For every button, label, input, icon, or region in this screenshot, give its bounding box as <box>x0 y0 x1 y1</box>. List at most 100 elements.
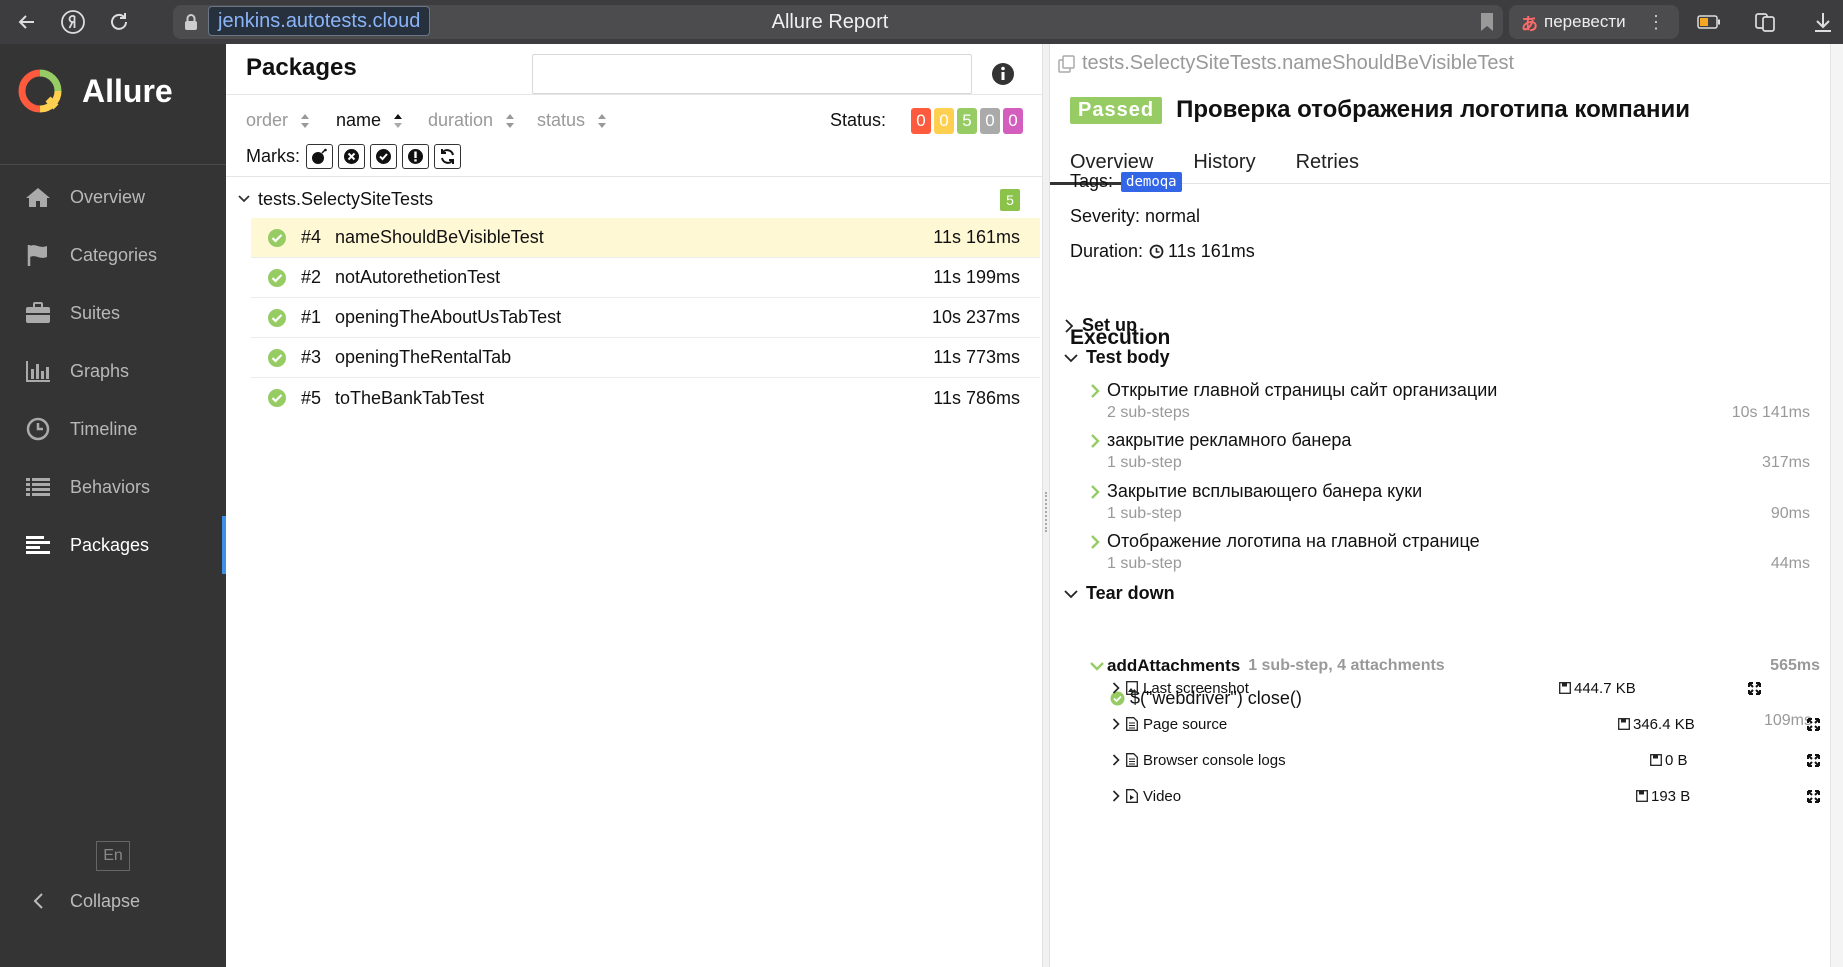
status-unknown-count[interactable]: 0 <box>1003 108 1023 134</box>
marks-label: Marks: <box>246 146 300 166</box>
back-icon[interactable] <box>12 7 42 37</box>
reload-icon[interactable] <box>104 7 134 37</box>
test-header: Passed Проверка отображения логотипа ком… <box>1070 96 1690 124</box>
test-row[interactable]: #5 toTheBankTabTest 11s 786ms <box>251 378 1040 418</box>
test-duration: 10s 237ms <box>931 307 1020 327</box>
sidebar-item-packages[interactable]: Packages <box>0 516 226 574</box>
download-icon[interactable] <box>1808 7 1838 37</box>
brand[interactable]: Allure <box>18 66 173 116</box>
sort-order[interactable]: order <box>246 110 310 131</box>
tags-label: Tags: <box>1070 171 1114 191</box>
attachment-name: Browser console logs <box>1143 751 1286 769</box>
language-button[interactable]: En <box>96 841 130 871</box>
test-row[interactable]: #3 openingTheRentalTab 11s 773ms <box>251 338 1040 378</box>
package-group-count: 5 <box>1000 189 1020 211</box>
url-text[interactable]: jenkins.autotests.cloud <box>208 6 431 36</box>
sidebar-item-graphs[interactable]: Graphs <box>0 342 226 400</box>
test-row[interactable]: #2 notAutorethetionTest 11s 199ms <box>251 258 1040 298</box>
expand-icon[interactable] <box>1748 681 1761 695</box>
home-icon <box>24 183 52 211</box>
package-group[interactable]: tests.SelectySiteTests 5 <box>226 180 1042 218</box>
retries-icon[interactable] <box>434 144 461 169</box>
teardown-section[interactable]: Tear down <box>1064 583 1175 604</box>
step-duration: 90ms <box>1770 505 1810 522</box>
setup-section[interactable]: Set up <box>1064 315 1137 336</box>
breadcrumb-text: tests.SelectySiteTests.nameShouldBeVisib… <box>1082 52 1515 74</box>
test-duration: 11s 773ms <box>933 347 1020 367</box>
sort-status-label: status <box>537 110 586 130</box>
translate-button[interactable]: あ перевести ⋮ <box>1509 5 1679 39</box>
bar-chart-icon <box>24 357 52 385</box>
tab-history[interactable]: History <box>1173 136 1275 184</box>
flaky-icon[interactable] <box>402 144 429 169</box>
add-attachments-step[interactable]: addAttachments 1 sub-step, 4 attachments… <box>1090 656 1820 676</box>
search-input[interactable] <box>532 54 972 94</box>
test-row[interactable]: #4 nameShouldBeVisibleTest 11s 161ms <box>251 218 1040 258</box>
extensions-icon[interactable] <box>1750 7 1780 37</box>
attachment-size: 0 B <box>1650 752 1688 769</box>
new-broken-icon[interactable] <box>338 144 365 169</box>
pane-splitter[interactable] <box>1042 44 1050 967</box>
new-passed-icon[interactable] <box>370 144 397 169</box>
expand-icon[interactable] <box>1807 717 1820 731</box>
sort-duration[interactable]: duration <box>428 110 515 131</box>
info-icon[interactable] <box>990 61 1016 87</box>
image-file-icon <box>1126 681 1138 695</box>
step-item[interactable]: Открытие главной страницы сайт организац… <box>1090 380 1810 422</box>
attachment-row[interactable]: Page source 346.4 KB <box>1112 712 1820 736</box>
tag-badge[interactable]: demoqa <box>1121 171 1182 192</box>
expand-icon[interactable] <box>1807 789 1820 803</box>
yandex-icon[interactable] <box>58 7 88 37</box>
allure-logo-icon <box>18 69 62 113</box>
status-broken-count[interactable]: 0 <box>934 108 954 134</box>
more-menu-icon[interactable]: ⋮ <box>1647 5 1665 39</box>
step-item[interactable]: закрытие рекламного банера 1 sub-step 31… <box>1090 430 1810 472</box>
attachment-row[interactable]: Last screenshot 444.7 KB <box>1112 676 1820 700</box>
lock-icon[interactable] <box>178 9 204 35</box>
attachment-name: Last screenshot <box>1143 679 1249 697</box>
scrollbar[interactable] <box>1830 44 1843 967</box>
battery-icon[interactable] <box>1694 7 1724 37</box>
sidebar-item-categories[interactable]: Categories <box>0 226 226 284</box>
status-skipped-count[interactable]: 0 <box>980 108 1000 134</box>
page-title: Проверка отображения логотипа компании <box>1176 96 1691 123</box>
attachment-size: 346.4 KB <box>1618 716 1695 733</box>
test-number: #2 <box>301 267 322 287</box>
text-file-icon <box>1126 753 1138 767</box>
sort-icon <box>505 113 515 129</box>
sidebar-item-overview[interactable]: Overview <box>0 168 226 226</box>
chevron-right-icon <box>1112 682 1120 694</box>
step-item[interactable]: Отображение логотипа на главной странице… <box>1090 531 1810 573</box>
test-row[interactable]: #1 openingTheAboutUsTabTest 10s 237ms <box>251 298 1040 338</box>
sidebar-item-label: Graphs <box>70 360 130 381</box>
sidebar-item-timeline[interactable]: Timeline <box>0 400 226 458</box>
new-failed-icon[interactable] <box>306 144 333 169</box>
marks-filter: Marks: <box>246 144 461 169</box>
test-detail-pane: tests.SelectySiteTests.nameShouldBeVisib… <box>1050 44 1843 967</box>
attachment-row[interactable]: Browser console logs 0 B <box>1112 748 1820 772</box>
tab-retries[interactable]: Retries <box>1276 136 1379 184</box>
severity-row: Severity: normal <box>1070 206 1201 226</box>
breadcrumb: tests.SelectySiteTests.nameShouldBeVisib… <box>1058 52 1514 75</box>
test-body-section[interactable]: Test body <box>1064 347 1170 368</box>
status-failed-count[interactable]: 0 <box>911 108 931 134</box>
sidebar-item-behaviors[interactable]: Behaviors <box>0 458 226 516</box>
translate-icon: あ <box>1521 14 1538 34</box>
collapse-button[interactable]: Collapse <box>24 886 140 916</box>
sidebar-item-label: Behaviors <box>70 476 151 497</box>
expand-icon[interactable] <box>1807 753 1820 767</box>
sort-name[interactable]: name <box>336 110 403 131</box>
step-item[interactable]: Закрытие всплывающего банера куки 1 sub-… <box>1090 481 1810 523</box>
chevron-down-icon <box>1090 662 1104 671</box>
copy-icon[interactable] <box>1058 54 1076 73</box>
step-name: Отображение логотипа на главной странице <box>1107 531 1480 551</box>
sidebar-item-suites[interactable]: Suites <box>0 284 226 342</box>
attachment-row[interactable]: Video 193 B <box>1112 784 1820 808</box>
status-passed-count[interactable]: 5 <box>957 108 977 134</box>
bookmark-icon[interactable] <box>1472 7 1502 37</box>
sort-status[interactable]: status <box>537 110 607 131</box>
chevron-right-icon <box>1112 754 1120 766</box>
chevron-right-icon <box>1091 433 1100 448</box>
step-substeps: 1 sub-step <box>1107 555 1182 572</box>
sort-order-label: order <box>246 110 289 130</box>
